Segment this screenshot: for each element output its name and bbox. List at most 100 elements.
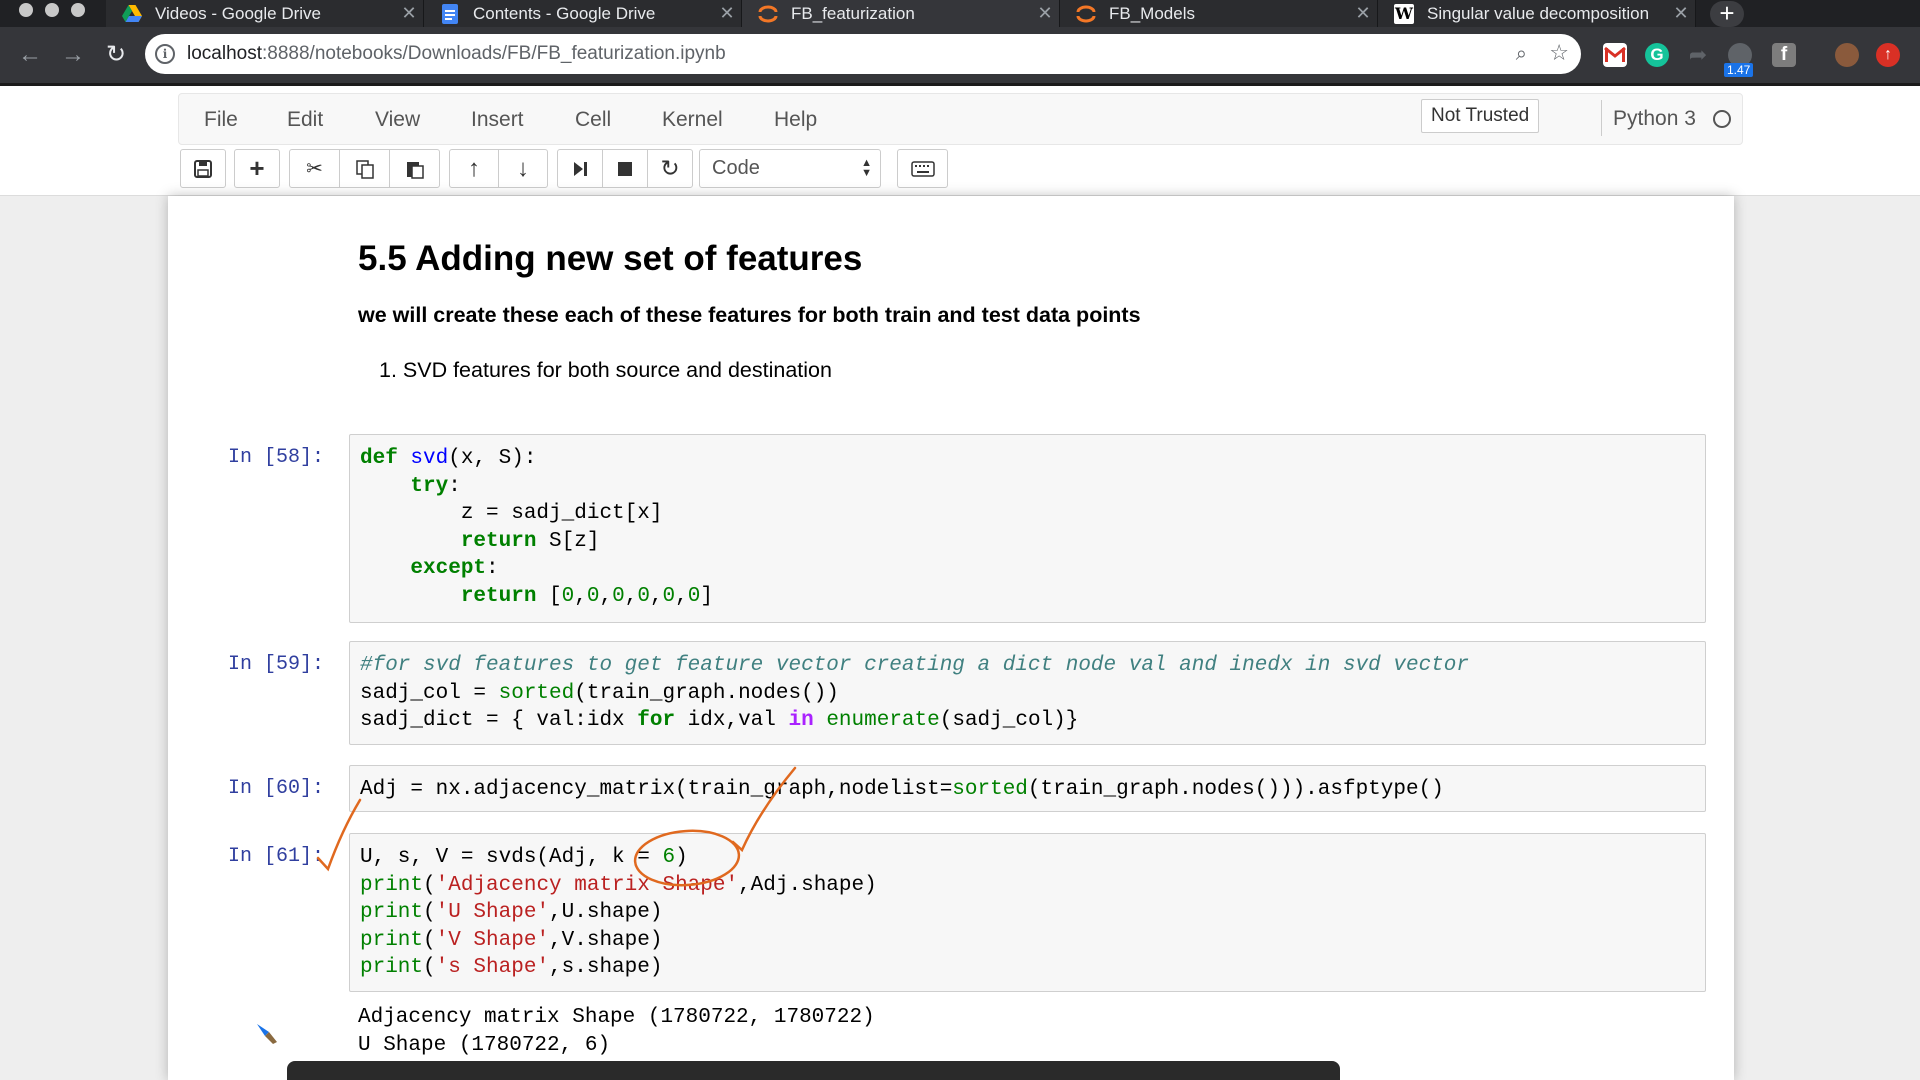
code-line: return S[z] (460, 529, 600, 553)
menu-insert[interactable]: Insert (471, 108, 524, 132)
pen-cursor-icon (255, 1022, 279, 1051)
notebook-container: 5.5 Adding new set of features we will c… (168, 196, 1734, 1080)
code-line: sadj_col = sorted(train_graph.nodes()) (360, 681, 839, 705)
menu-edit[interactable]: Edit (287, 108, 323, 132)
cell-output: Adjacency matrix Shape (1780722, 1780722… (358, 1004, 875, 1060)
stop-icon (618, 161, 632, 176)
tab-label: Contents - Google Drive (473, 3, 656, 23)
back-arrow-icon[interactable]: ← (14, 39, 46, 71)
section-heading: 5.5 Adding new set of features (358, 239, 863, 278)
facebook-extension-icon[interactable]: f (1772, 43, 1796, 67)
tab-label: Singular value decomposition (1427, 3, 1650, 23)
tab-videos-google-drive[interactable]: Videos - Google Drive ✕ (106, 0, 424, 27)
code-line: print('U Shape',U.shape) (360, 901, 663, 924)
close-icon[interactable]: ✕ (1031, 3, 1059, 24)
code-line: U, s, V = svds(Adj, k = 6) (360, 846, 688, 869)
cut-cells-button[interactable]: ✂ (289, 149, 340, 188)
code-cell[interactable]: Adj = nx.adjacency_matrix(train_graph,no… (349, 765, 1706, 812)
share-arrow-icon[interactable]: ➦ (1686, 43, 1710, 67)
menu-file[interactable]: File (204, 108, 238, 132)
command-palette-button[interactable] (897, 149, 948, 188)
paste-icon (406, 161, 424, 179)
cell-type-select[interactable]: Code ▲ ▼ (699, 149, 881, 188)
window-close-control[interactable] (19, 3, 33, 17)
restart-kernel-button[interactable]: ↻ (647, 149, 693, 188)
not-trusted-button[interactable]: Not Trusted (1421, 99, 1540, 133)
keyboard-icon (910, 160, 935, 177)
code-line: def svd(x, S): (360, 447, 537, 470)
interrupt-kernel-button[interactable] (602, 149, 648, 188)
tab-singular-value-decomposition[interactable]: W Singular value decomposition ✕ (1378, 0, 1696, 27)
code-line: Adj = nx.adjacency_matrix(train_graph,no… (360, 778, 1444, 801)
kernel-name: Python 3 (1613, 107, 1696, 130)
output-line: U Shape (1780722, 6) (358, 1034, 611, 1057)
copy-cells-button[interactable] (339, 149, 390, 188)
step-forward-icon (574, 161, 587, 176)
zoom-icon[interactable]: ⌕ (1516, 43, 1527, 66)
arrow-up-icon: ↑ (468, 154, 480, 182)
close-icon[interactable]: ✕ (1667, 3, 1695, 24)
tab-fb-featurization[interactable]: FB_featurization ✕ (742, 0, 1060, 27)
refresh-icon: ↻ (660, 155, 680, 181)
new-tab-button[interactable]: + (1710, 0, 1744, 27)
code-line: except: (410, 557, 499, 580)
gmail-extension-icon[interactable] (1603, 43, 1627, 67)
code-line: print('Adjacency matrix Shape',Adj.shape… (360, 873, 877, 897)
forward-arrow-icon[interactable]: → (57, 39, 89, 71)
jupyter-header: File Edit View Insert Cell Kernel Help N… (0, 86, 1920, 196)
arrow-down-icon: ↓ (517, 154, 529, 182)
code-line: sadj_dict = { val:idx for idx,val in enu… (360, 709, 1079, 732)
reload-icon[interactable]: ↻ (100, 39, 132, 71)
update-alert-icon[interactable]: ↑ (1876, 43, 1900, 67)
address-bar[interactable]: i localhost:8888/notebooks/Downloads/FB/… (145, 34, 1581, 74)
tab-fb-models[interactable]: FB_Models ✕ (1060, 0, 1378, 27)
tab-label: Videos - Google Drive (155, 3, 321, 23)
jupyter-icon (758, 4, 778, 24)
window-zoom-control[interactable] (71, 3, 85, 17)
markdown-bold-text: we will create these each of these featu… (358, 303, 1141, 327)
url-host: localhost (187, 43, 262, 64)
code-line: z = sadj_dict[x] (360, 502, 663, 525)
code-line: #for svd features to get feature vector … (360, 654, 1469, 677)
cell-type-value: Code (712, 157, 760, 179)
grammarly-extension-icon[interactable]: G (1645, 43, 1669, 67)
menu-kernel[interactable]: Kernel (662, 108, 723, 132)
site-info-icon[interactable]: i (155, 44, 175, 64)
wikipedia-icon: W (1394, 3, 1414, 24)
code-line: try: (410, 474, 461, 498)
plus-icon: + (249, 153, 265, 183)
google-docs-icon (440, 3, 460, 24)
save-button[interactable] (180, 149, 226, 188)
profile-avatar[interactable] (1835, 43, 1859, 67)
kernel-idle-indicator-icon (1713, 110, 1731, 128)
window-minimize-control[interactable] (45, 3, 59, 17)
close-icon[interactable]: ✕ (713, 3, 741, 24)
save-icon (194, 159, 212, 178)
insert-cell-button[interactable]: + (234, 149, 280, 188)
close-icon[interactable]: ✕ (395, 3, 423, 24)
menu-view[interactable]: View (375, 108, 420, 132)
output-line: Adjacency matrix Shape (1780722, 1780722… (358, 1006, 875, 1029)
move-down-button[interactable]: ↓ (498, 149, 548, 188)
move-up-button[interactable]: ↑ (449, 149, 499, 188)
markdown-list-item: 1. SVD features for both source and dest… (379, 358, 832, 382)
google-drive-icon (122, 4, 142, 24)
scissors-icon: ✂ (306, 158, 323, 180)
code-cell[interactable]: #for svd features to get feature vector … (349, 641, 1706, 745)
menu-help[interactable]: Help (774, 108, 817, 132)
tab-contents-google-drive[interactable]: Contents - Google Drive ✕ (424, 0, 742, 27)
code-cell[interactable]: U, s, V = svds(Adj, k = 6) print('Adjacen… (349, 833, 1706, 992)
screen-recorder-dock (287, 1061, 1340, 1080)
menu-cell[interactable]: Cell (575, 108, 611, 132)
kernel-divider (1601, 100, 1602, 136)
code-line: print('s Shape',s.shape) (360, 956, 663, 979)
code-cell[interactable]: def svd(x, S): try: z = sadj_dict[x] ret… (349, 434, 1706, 623)
browser-tab-strip: Videos - Google Drive ✕ Contents - Googl… (0, 0, 1920, 27)
tab-label: FB_featurization (791, 3, 915, 23)
paste-cells-button[interactable] (389, 149, 440, 188)
bookmark-star-icon[interactable]: ☆ (1549, 40, 1569, 66)
jupyter-menubar: File Edit View Insert Cell Kernel Help N… (178, 93, 1743, 145)
tab-label: FB_Models (1109, 3, 1195, 23)
run-cell-button[interactable] (557, 149, 603, 188)
close-icon[interactable]: ✕ (1349, 3, 1377, 24)
